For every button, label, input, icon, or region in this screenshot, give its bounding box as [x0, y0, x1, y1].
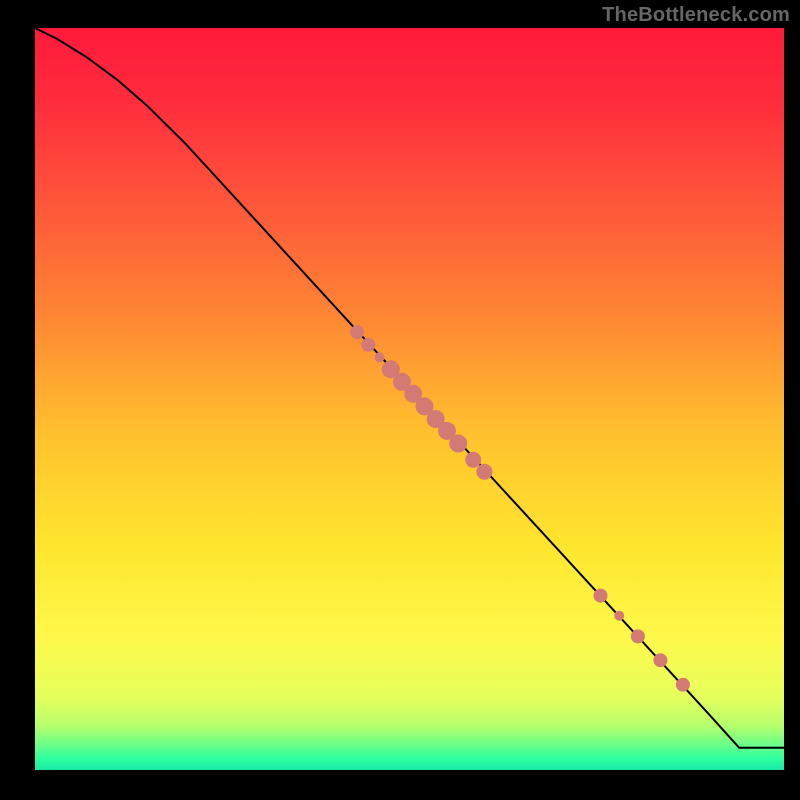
scatter-point — [361, 338, 375, 352]
chart-svg — [0, 0, 800, 800]
scatter-point — [653, 653, 667, 667]
scatter-point — [614, 611, 624, 621]
scatter-point — [631, 629, 645, 643]
scatter-point — [449, 435, 467, 453]
chart-container: TheBottleneck.com — [0, 0, 800, 800]
scatter-point — [350, 325, 364, 339]
scatter-point — [676, 678, 690, 692]
scatter-point — [594, 589, 608, 603]
scatter-point — [476, 464, 492, 480]
scatter-point — [375, 352, 385, 362]
scatter-point — [465, 452, 481, 468]
watermark-text: TheBottleneck.com — [602, 4, 790, 27]
